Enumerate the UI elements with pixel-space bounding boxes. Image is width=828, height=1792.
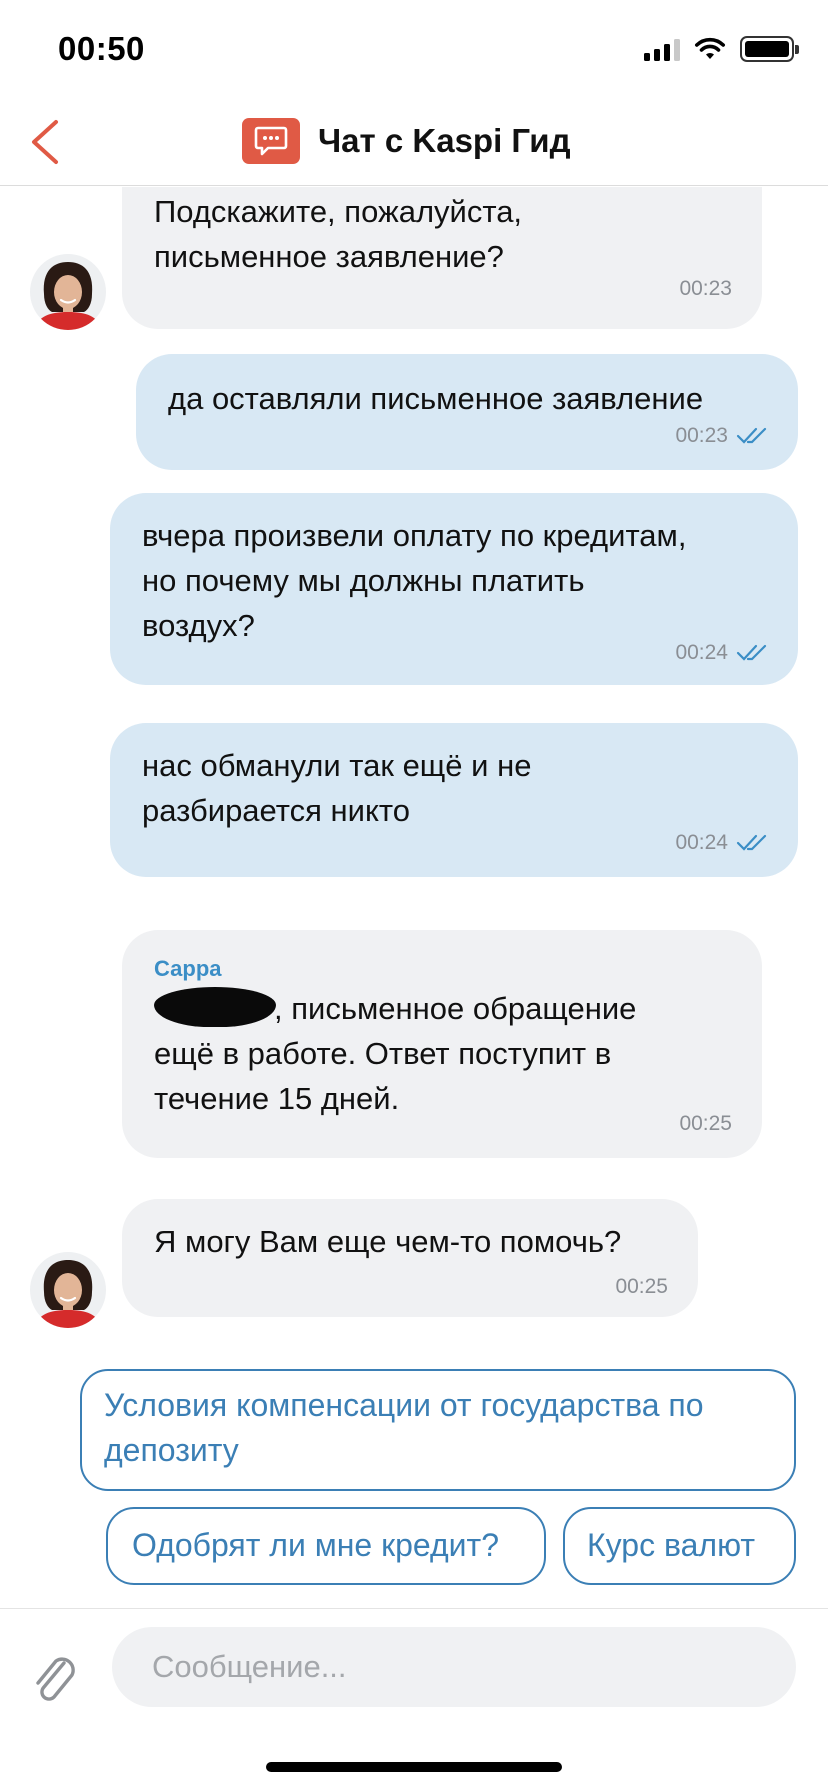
message-text-line: разбирается никто: [142, 793, 410, 828]
message-text-line: воздух?: [142, 608, 255, 643]
header-center: Чат с Kaspi Гид: [242, 118, 571, 164]
message-text-line: да оставляли письменное заявление: [168, 381, 704, 416]
quick-reply-label: депозиту: [104, 1432, 239, 1468]
double-check-icon: [736, 834, 767, 851]
quick-reply-compensation[interactable]: Условия компенсации от государства по де…: [80, 1369, 796, 1491]
message-text-line: Подскажите, пожалуйста,: [154, 194, 523, 229]
incoming-message: Я могу Вам еще чем-то помочь? 00:25: [122, 1199, 698, 1317]
status-time: 00:50: [58, 30, 145, 67]
message-time: 00:23: [679, 277, 732, 300]
message-text-line: течение 15 дней.: [154, 1081, 400, 1116]
incoming-message: Сарра , письменное обращение ещё в работ…: [122, 930, 762, 1158]
message-text-line: письменное заявление?: [154, 239, 504, 274]
quick-reply-label: Условия компенсации от государства по: [104, 1387, 704, 1423]
message-text-line: но почему мы должны платить: [142, 563, 585, 598]
quick-reply-exchange-rate[interactable]: Курс валют: [563, 1507, 796, 1585]
redacted-name: [154, 987, 276, 1027]
message-text-line: Я могу Вам еще чем-то помочь?: [154, 1224, 622, 1259]
agent-avatar: [30, 1252, 106, 1328]
outgoing-message: вчера произвели оплату по кредитам, но п…: [110, 493, 798, 685]
incoming-message: Подскажите, пожалуйста, письменное заявл…: [122, 187, 762, 329]
chat-bubble-icon: [254, 126, 288, 156]
kaspi-guide-logo: [242, 118, 300, 164]
attach-button[interactable]: [30, 1649, 80, 1709]
wifi-icon: [695, 37, 725, 59]
back-chevron-icon: [32, 120, 58, 164]
message-text-line: нас обманули так ещё и не: [142, 748, 532, 783]
message-time: 00:23: [675, 424, 728, 447]
message-list[interactable]: Подскажите, пожалуйста, письменное заявл…: [0, 187, 828, 1607]
chat-title: Чат с Kaspi Гид: [318, 122, 571, 159]
message-time: 00:24: [675, 831, 728, 854]
cellular-signal-icon: [644, 37, 680, 61]
double-check-icon: [736, 644, 767, 661]
status-icons: [644, 36, 799, 62]
message-text-line: , письменное обращение: [274, 991, 637, 1026]
quick-reply-label: Курс валют: [587, 1527, 756, 1563]
agent-avatar-image: [30, 1252, 106, 1328]
double-check-icon: [736, 427, 767, 444]
chat-header: Чат с Kaspi Гид: [0, 100, 828, 186]
paperclip-icon: [36, 1657, 75, 1701]
message-text-line: ещё в работе. Ответ поступит в: [154, 1036, 612, 1071]
message-time: 00:25: [615, 1275, 668, 1298]
sender-name: Сарра: [154, 956, 222, 981]
battery-icon: [740, 36, 799, 62]
outgoing-message: да оставляли письменное заявление 00:23: [136, 354, 798, 470]
quick-reply-label: Одобрят ли мне кредит?: [132, 1527, 499, 1563]
message-time: 00:24: [675, 641, 728, 664]
back-button[interactable]: [26, 116, 70, 168]
agent-avatar-image: [30, 254, 106, 330]
quick-reply-credit-approval[interactable]: Одобрят ли мне кредит?: [106, 1507, 546, 1585]
status-bar: 00:50: [0, 0, 828, 100]
message-input[interactable]: [112, 1627, 796, 1707]
agent-avatar: [30, 254, 106, 330]
outgoing-message: нас обманули так ещё и не разбирается ни…: [110, 723, 798, 877]
message-text-line: вчера произвели оплату по кредитам,: [142, 518, 687, 553]
message-time: 00:25: [679, 1112, 732, 1135]
home-indicator: [266, 1762, 562, 1772]
